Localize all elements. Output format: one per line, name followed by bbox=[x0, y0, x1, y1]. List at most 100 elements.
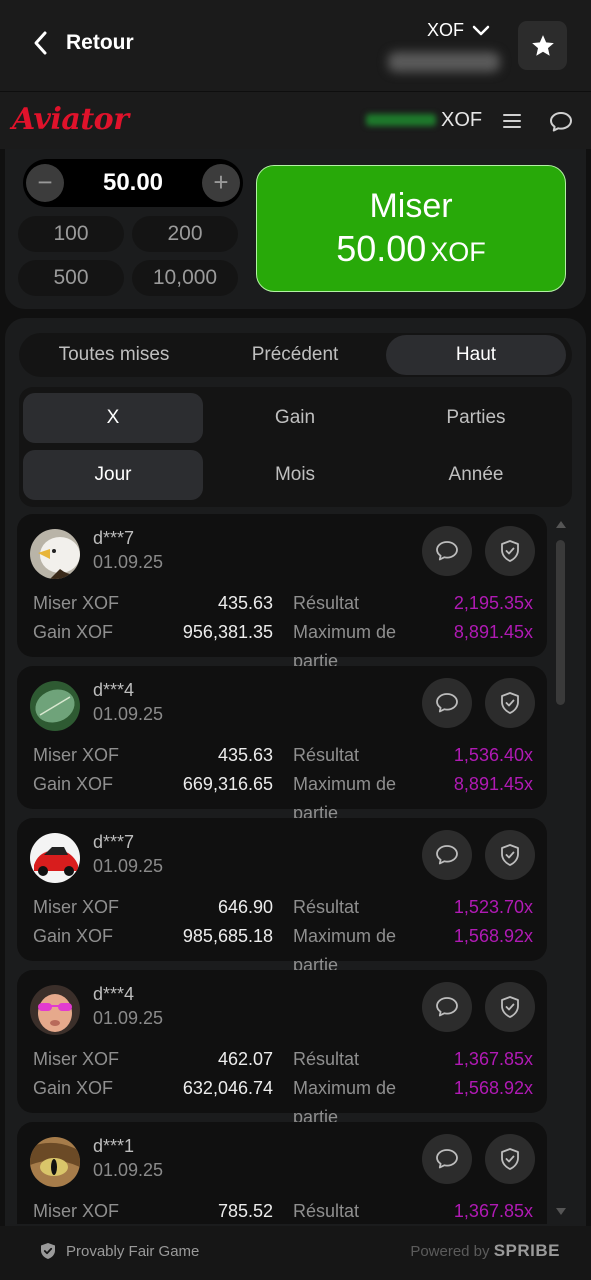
filter-year[interactable]: Année bbox=[386, 450, 566, 500]
round-max-multiplier: 1,568.92x bbox=[453, 926, 533, 946]
verify-fairness-button[interactable] bbox=[485, 1134, 535, 1184]
currency-selector[interactable]: XOF bbox=[427, 20, 490, 41]
chat-icon bbox=[436, 845, 458, 865]
back-button[interactable]: Retour bbox=[30, 30, 134, 56]
verify-fairness-button[interactable] bbox=[485, 830, 535, 880]
leaf-avatar-icon bbox=[30, 681, 80, 731]
chat-icon[interactable] bbox=[549, 111, 573, 133]
tab-all-bets[interactable]: Toutes mises bbox=[24, 335, 204, 375]
quick-bet-10000[interactable]: 10,000 bbox=[132, 260, 238, 296]
top-bet-card: d***4 01.09.25 Miser XOF 462.07 Résultat… bbox=[17, 970, 547, 1127]
chevron-down-icon bbox=[472, 25, 490, 35]
eagle-avatar-icon bbox=[30, 529, 80, 579]
quick-bet-200[interactable]: 200 bbox=[132, 216, 238, 252]
tab-previous[interactable]: Précédent bbox=[205, 335, 385, 375]
provably-fair-label: Provably Fair Game bbox=[66, 1242, 200, 1260]
favorite-button[interactable] bbox=[518, 21, 567, 70]
filter-x[interactable]: X bbox=[23, 393, 203, 443]
place-bet-label: Miser bbox=[369, 187, 453, 225]
filter-gain[interactable]: Gain bbox=[205, 393, 385, 443]
bet-label: Miser XOF bbox=[33, 745, 120, 765]
win-label: Gain XOF bbox=[33, 622, 114, 642]
filter-month[interactable]: Mois bbox=[205, 450, 385, 500]
win-value: 632,046.74 bbox=[182, 1078, 273, 1098]
result-multiplier: 2,195.35x bbox=[453, 593, 533, 613]
aviator-logo: Aviator bbox=[12, 102, 129, 137]
bet-amount-stepper: − 50.00 + bbox=[23, 159, 243, 207]
balance-blurred bbox=[388, 52, 500, 72]
chat-icon bbox=[436, 1149, 458, 1169]
bet-value: 435.63 bbox=[217, 593, 273, 613]
provably-fair-link[interactable]: Provably Fair Game bbox=[40, 1242, 199, 1260]
bet-value: 646.90 bbox=[217, 897, 273, 917]
top-bet-card: d***7 01.09.25 Miser XOF 435.63 Résultat… bbox=[17, 514, 547, 671]
avatar bbox=[30, 529, 80, 579]
menu-icon[interactable] bbox=[502, 112, 522, 130]
chat-icon bbox=[436, 997, 458, 1017]
bet-label: Miser XOF bbox=[33, 593, 120, 613]
result-label: Résultat bbox=[293, 897, 360, 917]
shield-check-icon bbox=[501, 692, 519, 714]
quick-bet-500[interactable]: 500 bbox=[18, 260, 124, 296]
result-label: Résultat bbox=[293, 1049, 360, 1069]
avatar bbox=[30, 833, 80, 883]
win-value: 956,381.35 bbox=[182, 622, 273, 642]
bet-date: 01.09.25 bbox=[93, 1008, 164, 1028]
share-chat-button[interactable] bbox=[422, 678, 472, 728]
tab-top[interactable]: Haut bbox=[386, 335, 566, 375]
result-multiplier: 1,367.85x bbox=[453, 1201, 533, 1221]
scroll-down-arrow[interactable] bbox=[555, 1207, 567, 1217]
share-chat-button[interactable] bbox=[422, 1134, 472, 1184]
verify-fairness-button[interactable] bbox=[485, 982, 535, 1032]
bet-value: 435.63 bbox=[217, 745, 273, 765]
star-icon bbox=[531, 34, 554, 56]
quick-bet-100[interactable]: 100 bbox=[18, 216, 124, 252]
username: d***4 bbox=[93, 984, 135, 1004]
bet-value: 462.07 bbox=[217, 1049, 273, 1069]
scrollbar-thumb[interactable] bbox=[556, 540, 565, 705]
game-header: Aviator XOF bbox=[0, 91, 591, 149]
spribe-brand: SPRIBE bbox=[493, 1241, 560, 1260]
leaderboard-panel: Toutes mises Précédent Haut X Gain Parti… bbox=[5, 318, 586, 1280]
shield-check-icon bbox=[501, 1148, 519, 1170]
game-currency: XOF bbox=[441, 109, 483, 131]
place-bet-currency: XOF bbox=[430, 237, 486, 267]
currency-label: XOF bbox=[427, 20, 465, 40]
result-label: Résultat bbox=[293, 1201, 360, 1221]
username: d***7 bbox=[93, 832, 135, 852]
bet-date: 01.09.25 bbox=[93, 1160, 164, 1180]
verify-fairness-button[interactable] bbox=[485, 526, 535, 576]
share-chat-button[interactable] bbox=[422, 526, 472, 576]
result-multiplier: 1,367.85x bbox=[453, 1049, 533, 1069]
bet-amount-input[interactable]: 50.00 bbox=[63, 169, 203, 197]
result-multiplier: 1,523.70x bbox=[453, 897, 533, 917]
share-chat-button[interactable] bbox=[422, 830, 472, 880]
shield-check-icon bbox=[501, 844, 519, 866]
cat-avatar-icon bbox=[30, 1137, 80, 1187]
verify-fairness-button[interactable] bbox=[485, 678, 535, 728]
place-bet-amount-line: 50.00 XOF bbox=[257, 228, 565, 270]
round-max-multiplier: 8,891.45x bbox=[453, 774, 533, 794]
scroll-up-arrow[interactable] bbox=[555, 519, 567, 529]
avatar bbox=[30, 1137, 80, 1187]
decrease-bet-button[interactable]: − bbox=[26, 164, 64, 202]
username: d***7 bbox=[93, 528, 135, 548]
bets-tabs: Toutes mises Précédent Haut bbox=[19, 333, 572, 377]
top-bet-card: d***4 01.09.25 Miser XOF 435.63 Résultat… bbox=[17, 666, 547, 823]
share-chat-button[interactable] bbox=[422, 982, 472, 1032]
win-label: Gain XOF bbox=[33, 926, 114, 946]
back-label: Retour bbox=[66, 31, 134, 54]
bet-value: 785.52 bbox=[217, 1201, 273, 1221]
win-label: Gain XOF bbox=[33, 774, 114, 794]
game-balance-blurred bbox=[366, 114, 436, 126]
filter-day[interactable]: Jour bbox=[23, 450, 203, 500]
top-bet-card: d***1 01.09.25 Miser XOF 785.52 Résultat… bbox=[17, 1122, 547, 1224]
place-bet-button[interactable]: Miser 50.00 XOF bbox=[256, 165, 566, 292]
filter-rounds[interactable]: Parties bbox=[386, 393, 566, 443]
round-max-label: Maximum de bbox=[293, 622, 397, 642]
place-bet-amount: 50.00 bbox=[336, 228, 427, 269]
footer: Provably Fair Game Powered by SPRIBE bbox=[0, 1226, 591, 1280]
bet-date: 01.09.25 bbox=[93, 856, 164, 876]
result-multiplier: 1,536.40x bbox=[453, 745, 533, 765]
increase-bet-button[interactable]: + bbox=[202, 164, 240, 202]
